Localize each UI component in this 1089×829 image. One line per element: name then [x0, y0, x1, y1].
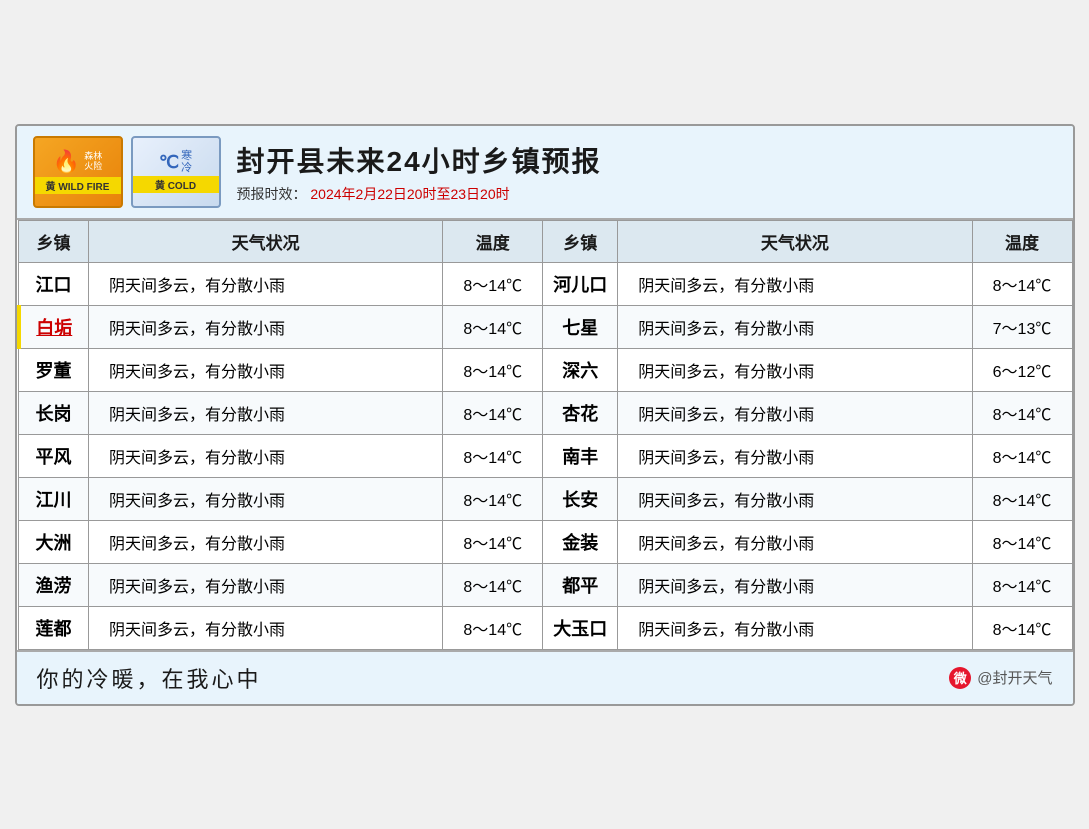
header: 🔥 森林火险 黄 WILD FIRE ℃ 寒冷 黄 COLD 封开县未来24小时…	[17, 126, 1073, 220]
town1-cell: 江口	[19, 262, 89, 305]
temp2-cell: 8～14℃	[972, 477, 1072, 520]
badges-area: 🔥 森林火险 黄 WILD FIRE ℃ 寒冷 黄 COLD	[33, 136, 221, 208]
col-header-town1: 乡镇	[19, 220, 89, 262]
temp1-cell: 8～14℃	[443, 606, 543, 649]
main-title: 封开县未来24小时乡镇预报	[237, 140, 1057, 180]
temp2-cell: 8～14℃	[972, 563, 1072, 606]
town2-cell: 都平	[543, 563, 618, 606]
condition2-cell: 阴天间多云，有分散小雨	[618, 520, 972, 563]
town2-cell: 长安	[543, 477, 618, 520]
cold-bottom-bar: 黄 COLD	[133, 176, 219, 193]
table-row: 长岗阴天间多云，有分散小雨8～14℃杏花阴天间多云，有分散小雨8～14℃	[19, 391, 1073, 434]
sub-label: 预报时效：	[237, 186, 307, 202]
table-row: 大洲阴天间多云，有分散小雨8～14℃金装阴天间多云，有分散小雨8～14℃	[19, 520, 1073, 563]
col-header-cond2: 天气状况	[618, 220, 972, 262]
town2-cell: 深六	[543, 348, 618, 391]
col-header-temp1: 温度	[443, 220, 543, 262]
temp1-cell: 8～14℃	[443, 348, 543, 391]
temp1-cell: 8～14℃	[443, 434, 543, 477]
weather-table: 乡镇 天气状况 温度 乡镇 天气状况 温度 江口阴天间多云，有分散小雨8～14℃…	[17, 220, 1073, 650]
condition2-cell: 阴天间多云，有分散小雨	[618, 262, 972, 305]
wildfire-badge: 🔥 森林火险 黄 WILD FIRE	[33, 136, 123, 208]
table-row: 渔涝阴天间多云，有分散小雨8～14℃都平阴天间多云，有分散小雨8～14℃	[19, 563, 1073, 606]
temp2-cell: 6～12℃	[972, 348, 1072, 391]
celsius-icon: ℃	[159, 152, 179, 173]
town1-cell: 罗董	[19, 348, 89, 391]
town1-cell: 莲都	[19, 606, 89, 649]
sub-title: 预报时效： 2024年2月22日20时至23日20时	[237, 184, 1057, 204]
condition1-cell: 阴天间多云，有分散小雨	[89, 262, 443, 305]
condition1-cell: 阴天间多云，有分散小雨	[89, 348, 443, 391]
town2-cell: 南丰	[543, 434, 618, 477]
sub-time: 2024年2月22日20时至23日20时	[310, 186, 509, 202]
temp2-cell: 8～14℃	[972, 391, 1072, 434]
footer: 你的冷暖，在我心中 微 @封开天气	[17, 650, 1073, 704]
col-header-town2: 乡镇	[543, 220, 618, 262]
town2-cell: 河儿口	[543, 262, 618, 305]
cold-label: 寒冷	[181, 150, 192, 174]
condition2-cell: 阴天间多云，有分散小雨	[618, 348, 972, 391]
condition2-cell: 阴天间多云，有分散小雨	[618, 563, 972, 606]
condition1-cell: 阴天间多云，有分散小雨	[89, 606, 443, 649]
condition2-cell: 阴天间多云，有分散小雨	[618, 434, 972, 477]
town1-cell: 平风	[19, 434, 89, 477]
weibo-icon: 微	[949, 667, 971, 689]
town2-cell: 七星	[543, 305, 618, 348]
town1-cell: 渔涝	[19, 563, 89, 606]
table-row: 江川阴天间多云，有分散小雨8～14℃长安阴天间多云，有分散小雨8～14℃	[19, 477, 1073, 520]
condition1-cell: 阴天间多云，有分散小雨	[89, 520, 443, 563]
condition1-cell: 阴天间多云，有分散小雨	[89, 477, 443, 520]
town1-cell: 大洲	[19, 520, 89, 563]
footer-brand: 微 @封开天气	[949, 667, 1052, 689]
table-row: 白垢阴天间多云，有分散小雨8～14℃七星阴天间多云，有分散小雨7～13℃	[19, 305, 1073, 348]
temp2-cell: 8～14℃	[972, 434, 1072, 477]
temp1-cell: 8～14℃	[443, 563, 543, 606]
temp1-cell: 8～14℃	[443, 477, 543, 520]
temp2-cell: 8～14℃	[972, 262, 1072, 305]
cold-badge: ℃ 寒冷 黄 COLD	[131, 136, 221, 208]
wildfire-label: 森林火险	[84, 152, 102, 172]
temp1-cell: 8～14℃	[443, 391, 543, 434]
brand-name: @封开天气	[977, 667, 1052, 688]
wildfire-bottom-bar: 黄 WILD FIRE	[35, 177, 121, 194]
town1-cell: 长岗	[19, 391, 89, 434]
col-header-temp2: 温度	[972, 220, 1072, 262]
town2-cell: 大玉口	[543, 606, 618, 649]
table-header-row: 乡镇 天气状况 温度 乡镇 天气状况 温度	[19, 220, 1073, 262]
temp1-cell: 8～14℃	[443, 520, 543, 563]
col-header-cond1: 天气状况	[89, 220, 443, 262]
condition1-cell: 阴天间多云，有分散小雨	[89, 391, 443, 434]
temp1-cell: 8～14℃	[443, 262, 543, 305]
town2-cell: 杏花	[543, 391, 618, 434]
town1-cell: 白垢	[19, 305, 89, 348]
town1-cell: 江川	[19, 477, 89, 520]
footer-slogan: 你的冷暖，在我心中	[37, 662, 262, 694]
table-row: 莲都阴天间多云，有分散小雨8～14℃大玉口阴天间多云，有分散小雨8～14℃	[19, 606, 1073, 649]
condition2-cell: 阴天间多云，有分散小雨	[618, 477, 972, 520]
fire-icon: 🔥	[53, 149, 80, 175]
condition2-cell: 阴天间多云，有分散小雨	[618, 391, 972, 434]
title-area: 封开县未来24小时乡镇预报 预报时效： 2024年2月22日20时至23日20时	[237, 140, 1057, 204]
temp2-cell: 7～13℃	[972, 305, 1072, 348]
table-row: 平风阴天间多云，有分散小雨8～14℃南丰阴天间多云，有分散小雨8～14℃	[19, 434, 1073, 477]
condition1-cell: 阴天间多云，有分散小雨	[89, 434, 443, 477]
condition1-cell: 阴天间多云，有分散小雨	[89, 305, 443, 348]
temp1-cell: 8～14℃	[443, 305, 543, 348]
table-row: 江口阴天间多云，有分散小雨8～14℃河儿口阴天间多云，有分散小雨8～14℃	[19, 262, 1073, 305]
temp2-cell: 8～14℃	[972, 520, 1072, 563]
temp2-cell: 8～14℃	[972, 606, 1072, 649]
main-card: 🔥 森林火险 黄 WILD FIRE ℃ 寒冷 黄 COLD 封开县未来24小时…	[15, 124, 1075, 706]
condition1-cell: 阴天间多云，有分散小雨	[89, 563, 443, 606]
town2-cell: 金装	[543, 520, 618, 563]
condition2-cell: 阴天间多云，有分散小雨	[618, 305, 972, 348]
table-row: 罗董阴天间多云，有分散小雨8～14℃深六阴天间多云，有分散小雨6～12℃	[19, 348, 1073, 391]
condition2-cell: 阴天间多云，有分散小雨	[618, 606, 972, 649]
